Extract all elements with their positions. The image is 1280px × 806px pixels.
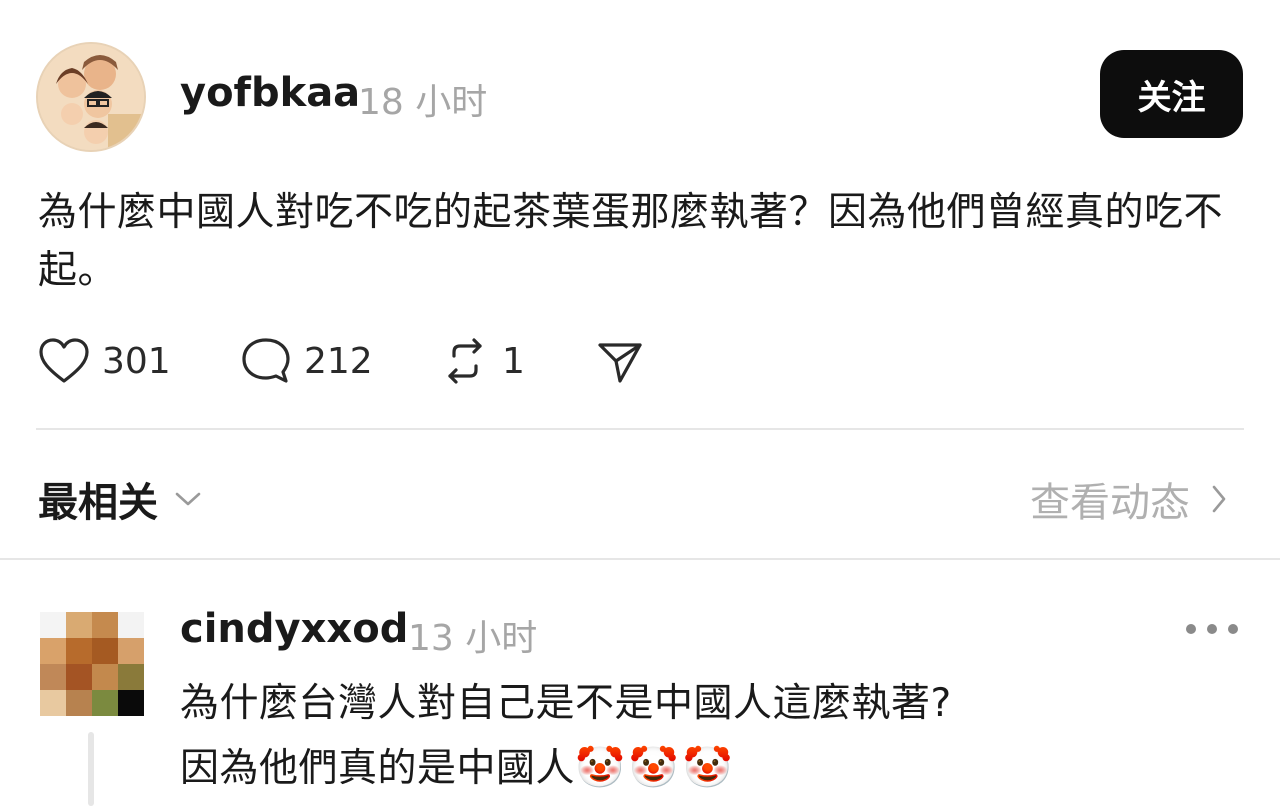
sort-dropdown[interactable]: 最相关 [38,470,202,528]
post-author-username[interactable]: yofbkaa [180,70,360,116]
share-button[interactable] [596,332,644,390]
post-body-text: 為什麼中國人對吃不吃的起茶葉蛋那麼執著？因為他們曾經真的吃不起。 [38,190,1224,293]
follow-button[interactable]: 关注 [1100,50,1243,138]
commenter-avatar[interactable] [40,612,144,716]
chevron-down-icon [175,492,201,506]
like-button[interactable]: 301 [38,332,171,390]
comment-body: 為什麼台灣人對自己是不是中國人這麼執著? 因為他們真的是中國人🤡🤡🤡 [180,672,1240,801]
like-count: 301 [102,340,171,382]
repost-arrows-icon [448,338,482,384]
comment-line-1: 為什麼台灣人對自己是不是中國人這麼執著? [180,681,952,726]
author-avatar[interactable] [36,42,146,152]
clown-emoji-icons: 🤡🤡🤡 [575,745,737,791]
sort-label: 最相关 [38,480,158,526]
speech-bubble-icon [242,338,290,383]
comment-line-2-text: 因為他們真的是中國人 [180,746,576,791]
chevron-right-icon [1212,485,1226,513]
divider [36,428,1244,430]
comment-timestamp: 13 小时 [408,618,538,659]
dot [1186,624,1196,634]
family-portrait-avatar-image [38,44,144,150]
divider [0,558,1280,560]
view-activity-link[interactable]: 查看动态 [1030,470,1228,528]
post-timestamp: 18 小时 [358,82,488,123]
repost-count: 1 [502,340,525,382]
send-icon [598,343,642,383]
repost-button[interactable]: 1 [440,332,525,390]
comment-author-username[interactable]: cindyxxod [180,606,408,652]
thread-line [88,732,94,806]
dot [1228,624,1238,634]
more-options-icon[interactable] [1186,614,1238,644]
dot [1207,624,1217,634]
comment-button[interactable]: 212 [240,332,373,390]
heart-icon [39,338,89,383]
comment-count: 212 [304,340,373,382]
comment-line-2: 因為他們真的是中國人🤡🤡🤡 [180,736,1240,801]
view-activity-label: 查看动态 [1030,480,1190,526]
